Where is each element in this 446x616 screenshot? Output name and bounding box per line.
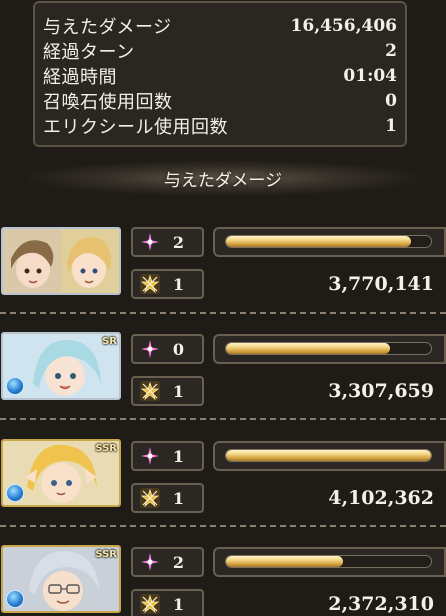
summary-label: エリクシール使用回数 <box>43 116 228 138</box>
character-portrait[interactable]: SSR <box>1 545 121 613</box>
rarity-badge: SR <box>102 336 117 347</box>
charge-attack-count-box: 2 <box>131 547 204 577</box>
charge-attack-count-box: 2 <box>131 227 204 257</box>
skill-star-icon <box>139 380 161 402</box>
row-divider <box>0 312 446 314</box>
sparkle-burst-icon <box>139 445 161 467</box>
skill-count: 1 <box>172 381 185 401</box>
character-portrait[interactable]: SSR <box>1 439 121 507</box>
skill-star-icon <box>139 273 161 295</box>
charge-gauge <box>213 441 446 471</box>
rarity-badge: SSR <box>95 549 117 560</box>
skill-count-box: 1 <box>131 483 204 513</box>
charge-gauge <box>213 547 446 577</box>
summary-value: 16,456,406 <box>290 15 397 36</box>
row-divider <box>0 418 446 420</box>
summary-row-turns: 経過ターン 2 <box>43 38 397 63</box>
section-header: 与えたダメージ <box>30 161 416 195</box>
skill-count: 1 <box>172 274 185 294</box>
skill-count-box: 1 <box>131 376 204 406</box>
gauge-fill <box>226 556 343 567</box>
summary-row-elixirs: エリクシール使用回数 1 <box>43 113 397 138</box>
gauge-fill <box>226 343 390 354</box>
skill-star-icon <box>139 487 161 509</box>
charge-attack-count: 0 <box>172 339 185 359</box>
skill-star-icon <box>139 593 161 615</box>
character-row[interactable]: SSR 2 1 2,372,310 <box>0 543 446 616</box>
charge-attack-count-box: 1 <box>131 441 204 471</box>
skill-count-box: 1 <box>131 589 204 616</box>
character-portrait[interactable] <box>1 227 121 295</box>
summary-value: 2 <box>385 40 397 61</box>
summary-row-damage: 与えたダメージ 16,456,406 <box>43 13 397 38</box>
damage-value: 3,770,141 <box>328 273 434 295</box>
gauge-track <box>225 235 432 248</box>
character-row[interactable]: SSR 1 1 4,102,362 <box>0 437 446 539</box>
gauge-fill <box>226 236 411 247</box>
summary-label: 与えたダメージ <box>43 16 172 38</box>
sparkle-burst-icon <box>139 338 161 360</box>
sparkle-burst-icon <box>139 551 161 573</box>
charge-attack-count-box: 0 <box>131 334 204 364</box>
gauge-fill <box>226 450 431 461</box>
summary-label: 召喚石使用回数 <box>43 91 173 113</box>
water-element-icon <box>6 377 24 395</box>
charge-attack-count: 2 <box>172 232 185 252</box>
water-element-icon <box>6 484 24 502</box>
gauge-track <box>225 449 432 462</box>
gauge-track <box>225 555 432 568</box>
skill-count: 1 <box>172 488 185 508</box>
character-portrait[interactable]: SR <box>1 332 121 400</box>
summary-row-time: 経過時間 01:04 <box>43 63 397 88</box>
summary-label: 経過時間 <box>43 66 117 88</box>
battle-summary-panel: 与えたダメージ 16,456,406 経過ターン 2 経過時間 01:04 召喚… <box>33 1 407 147</box>
water-element-icon <box>6 590 24 608</box>
summary-value: 0 <box>385 90 397 111</box>
charge-attack-count: 1 <box>172 446 185 466</box>
damage-value: 4,102,362 <box>328 487 434 509</box>
summary-label: 経過ターン <box>43 41 135 63</box>
gauge-track <box>225 342 432 355</box>
summary-value: 1 <box>385 115 397 136</box>
charge-gauge <box>213 227 446 257</box>
summary-value: 01:04 <box>343 65 397 86</box>
section-title: 与えたダメージ <box>163 170 283 191</box>
sparkle-burst-icon <box>139 231 161 253</box>
row-divider <box>0 525 446 527</box>
charge-attack-count: 2 <box>172 552 185 572</box>
skill-count-box: 1 <box>131 269 204 299</box>
damage-value: 2,372,310 <box>328 593 434 615</box>
skill-count: 1 <box>172 594 185 614</box>
charge-gauge <box>213 334 446 364</box>
damage-value: 3,307,659 <box>328 380 434 402</box>
rarity-badge: SSR <box>95 443 117 454</box>
summary-row-summons: 召喚石使用回数 0 <box>43 88 397 113</box>
character-row[interactable]: SR 0 1 3,307,659 <box>0 330 446 432</box>
